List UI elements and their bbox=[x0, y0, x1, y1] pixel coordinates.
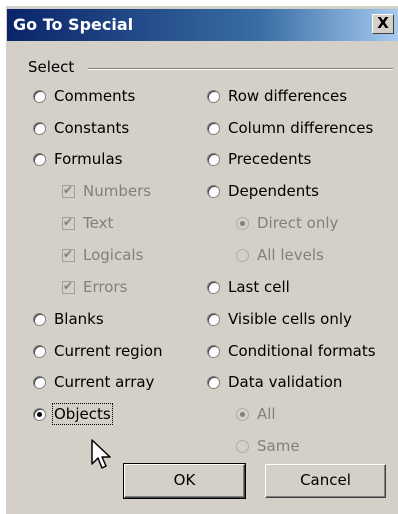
radio-dependents[interactable]: Dependents bbox=[207, 182, 319, 200]
radio-dot-icon bbox=[240, 220, 245, 226]
checkbox-text[interactable]: ✔ Text bbox=[62, 214, 113, 232]
radio-formulas[interactable]: Formulas bbox=[33, 150, 122, 168]
radio-dot-icon bbox=[37, 411, 42, 417]
radio-conditional-formats[interactable]: Conditional formats bbox=[207, 342, 376, 360]
radio-button-selected[interactable] bbox=[33, 407, 46, 421]
checkbox-logicals[interactable]: ✔ Logicals bbox=[62, 246, 143, 264]
radio-data-validation[interactable]: Data validation bbox=[207, 373, 342, 391]
checkmark-icon: ✔ bbox=[63, 246, 74, 261]
checkbox[interactable]: ✔ bbox=[62, 214, 75, 230]
radio-constants-label: Constants bbox=[54, 119, 130, 137]
radio-direct-only[interactable]: Direct only bbox=[236, 214, 338, 232]
radio-current-array-label: Current array bbox=[54, 373, 155, 391]
select-group-label: Select bbox=[28, 58, 79, 76]
radio-button[interactable] bbox=[33, 312, 46, 326]
radio-objects[interactable]: Objects bbox=[33, 403, 113, 425]
radio-button-selected[interactable] bbox=[236, 216, 249, 230]
cancel-button[interactable]: Cancel bbox=[265, 464, 386, 498]
mouse-pointer-icon bbox=[91, 439, 111, 469]
checkbox[interactable]: ✔ bbox=[62, 278, 75, 294]
checkbox-numbers-label: Numbers bbox=[83, 182, 152, 200]
group-divider bbox=[88, 68, 393, 70]
checkbox[interactable]: ✔ bbox=[62, 246, 75, 262]
radio-blanks[interactable]: Blanks bbox=[33, 310, 104, 328]
radio-button-selected[interactable] bbox=[236, 407, 249, 421]
radio-button[interactable] bbox=[207, 121, 220, 135]
radio-all-levels-label: All levels bbox=[257, 246, 324, 264]
radio-row-differences-label: Row differences bbox=[228, 87, 348, 105]
radio-button[interactable] bbox=[33, 375, 46, 389]
radio-precedents[interactable]: Precedents bbox=[207, 150, 311, 168]
radio-all-levels[interactable]: All levels bbox=[236, 246, 324, 264]
radio-button[interactable] bbox=[207, 280, 220, 294]
checkmark-icon: ✔ bbox=[63, 214, 74, 229]
radio-button[interactable] bbox=[207, 152, 220, 166]
radio-button[interactable] bbox=[207, 184, 220, 198]
radio-all-label: All bbox=[257, 405, 276, 423]
radio-current-region[interactable]: Current region bbox=[33, 342, 163, 360]
radio-button[interactable] bbox=[207, 312, 220, 326]
radio-comments-label: Comments bbox=[54, 87, 136, 105]
radio-visible-cells-only-label: Visible cells only bbox=[228, 310, 352, 328]
radio-column-differences[interactable]: Column differences bbox=[207, 119, 373, 137]
checkbox-errors-label: Errors bbox=[83, 278, 128, 296]
radio-current-region-label: Current region bbox=[54, 342, 163, 360]
checkbox-errors[interactable]: ✔ Errors bbox=[62, 278, 127, 296]
radio-row-differences[interactable]: Row differences bbox=[207, 87, 347, 105]
radio-dependents-label: Dependents bbox=[228, 182, 319, 200]
radio-formulas-label: Formulas bbox=[54, 150, 123, 168]
radio-direct-only-label: Direct only bbox=[257, 214, 339, 232]
radio-button[interactable] bbox=[236, 248, 249, 262]
radio-blanks-label: Blanks bbox=[54, 310, 104, 328]
radio-visible-cells-only[interactable]: Visible cells only bbox=[207, 310, 352, 328]
radio-all[interactable]: All bbox=[236, 405, 276, 423]
radio-button[interactable] bbox=[33, 344, 46, 358]
checkbox[interactable]: ✔ bbox=[62, 182, 75, 198]
radio-button[interactable] bbox=[33, 152, 46, 166]
checkmark-icon: ✔ bbox=[63, 182, 74, 197]
checkbox-logicals-label: Logicals bbox=[83, 246, 144, 264]
dialog-title: Go To Special bbox=[13, 15, 134, 34]
radio-button[interactable] bbox=[207, 344, 220, 358]
radio-conditional-formats-label: Conditional formats bbox=[228, 342, 376, 360]
radio-data-validation-label: Data validation bbox=[228, 373, 343, 391]
radio-button[interactable] bbox=[236, 439, 249, 453]
ok-button[interactable]: OK bbox=[123, 463, 246, 499]
checkbox-text-label: Text bbox=[83, 214, 114, 232]
close-icon: X bbox=[377, 14, 389, 32]
radio-comments[interactable]: Comments bbox=[33, 87, 135, 105]
title-bar: Go To Special X bbox=[7, 9, 398, 41]
radio-button[interactable] bbox=[207, 375, 220, 389]
radio-button[interactable] bbox=[33, 121, 46, 135]
radio-same[interactable]: Same bbox=[236, 437, 300, 455]
radio-constants[interactable]: Constants bbox=[33, 119, 129, 137]
checkbox-numbers[interactable]: ✔ Numbers bbox=[62, 182, 151, 200]
radio-last-cell-label: Last cell bbox=[228, 278, 290, 296]
radio-current-array[interactable]: Current array bbox=[33, 373, 154, 391]
checkmark-icon: ✔ bbox=[63, 278, 74, 293]
go-to-special-dialog: Go To Special X Select Comments Constant… bbox=[5, 5, 398, 514]
radio-column-differences-label: Column differences bbox=[228, 119, 374, 137]
radio-last-cell[interactable]: Last cell bbox=[207, 278, 290, 296]
radio-dot-icon bbox=[240, 411, 245, 417]
radio-objects-label: Objects bbox=[52, 403, 113, 425]
radio-button[interactable] bbox=[33, 89, 46, 103]
radio-same-label: Same bbox=[257, 437, 300, 455]
close-button[interactable]: X bbox=[372, 14, 394, 34]
radio-precedents-label: Precedents bbox=[228, 150, 312, 168]
radio-button[interactable] bbox=[207, 89, 220, 103]
